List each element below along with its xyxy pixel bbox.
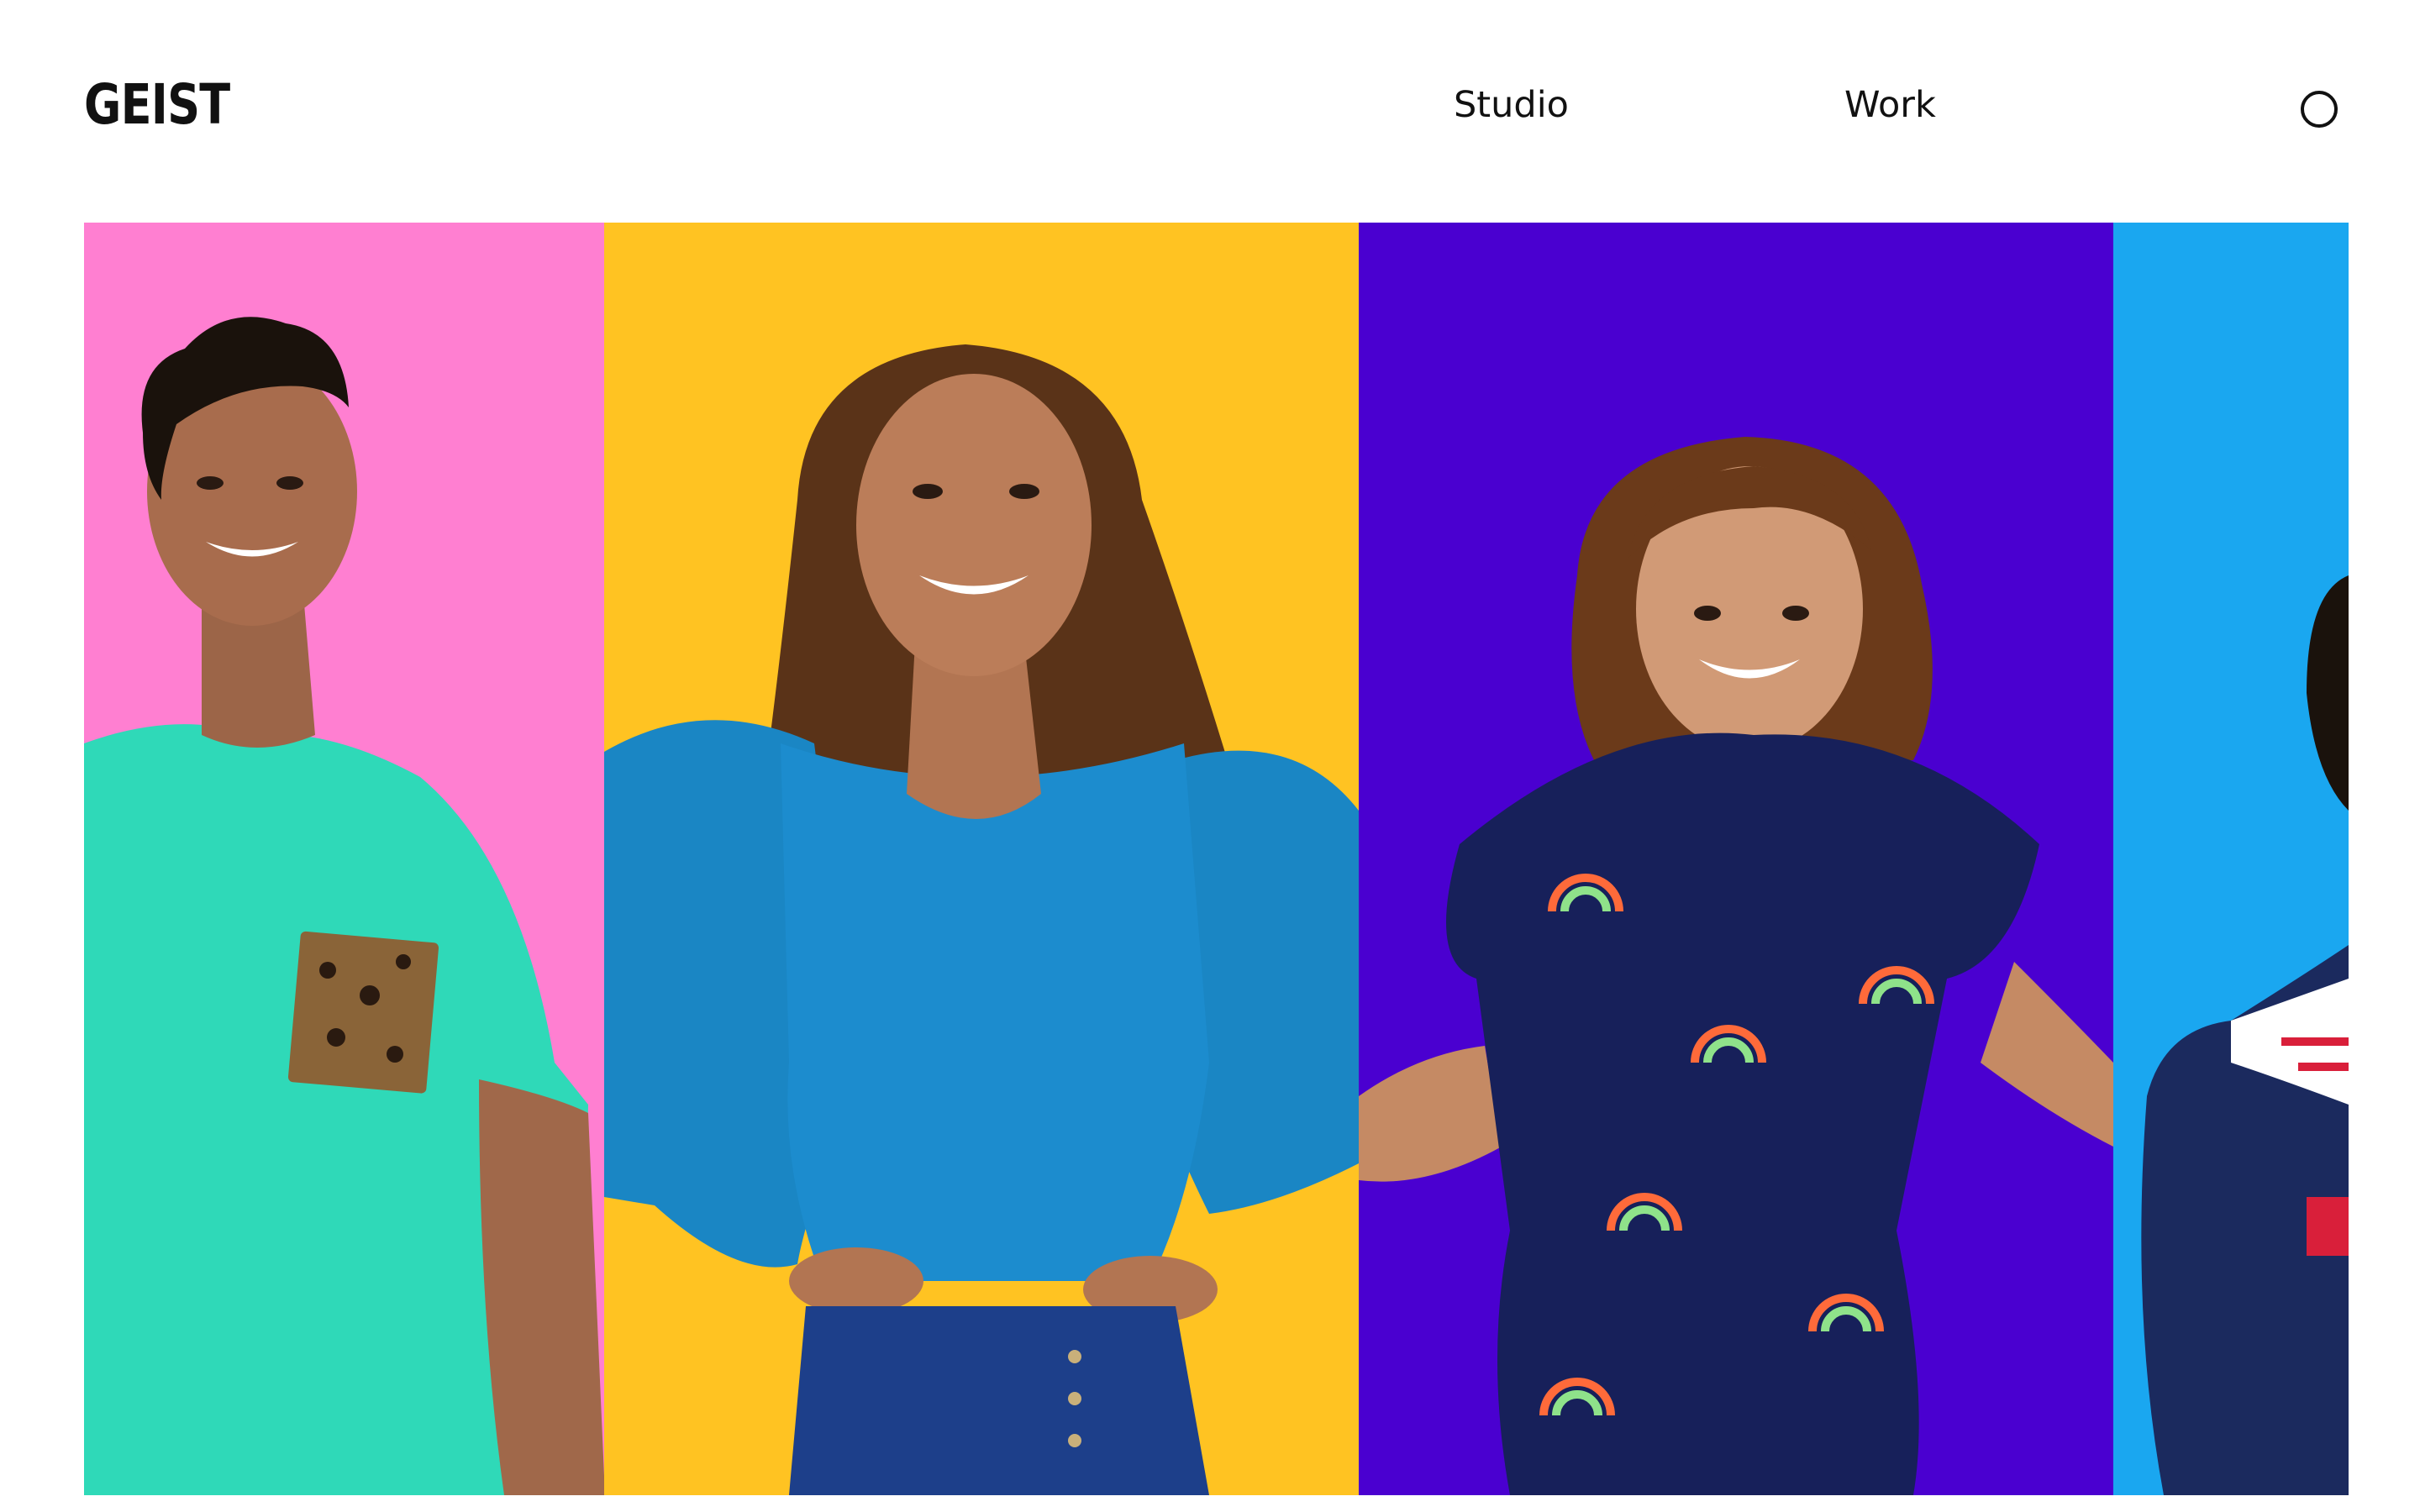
portrait-panel-blue[interactable] (2113, 223, 2349, 1495)
nav-studio-link[interactable]: Studio (1454, 87, 1569, 123)
portrait-photo (2113, 223, 2349, 1495)
portrait-photo (604, 223, 1359, 1495)
nav-work-link[interactable]: Work (1844, 87, 1936, 123)
logo[interactable]: GEIST (84, 77, 230, 133)
portrait-panel-yellow[interactable] (604, 223, 1359, 1495)
portrait-gallery (84, 223, 2349, 1495)
portrait-panel-pink[interactable] (84, 223, 604, 1495)
circle-menu-icon[interactable] (2301, 91, 2338, 128)
portrait-photo (84, 223, 604, 1495)
portrait-panel-purple[interactable] (1359, 223, 2113, 1495)
portrait-photo (1359, 223, 2113, 1495)
